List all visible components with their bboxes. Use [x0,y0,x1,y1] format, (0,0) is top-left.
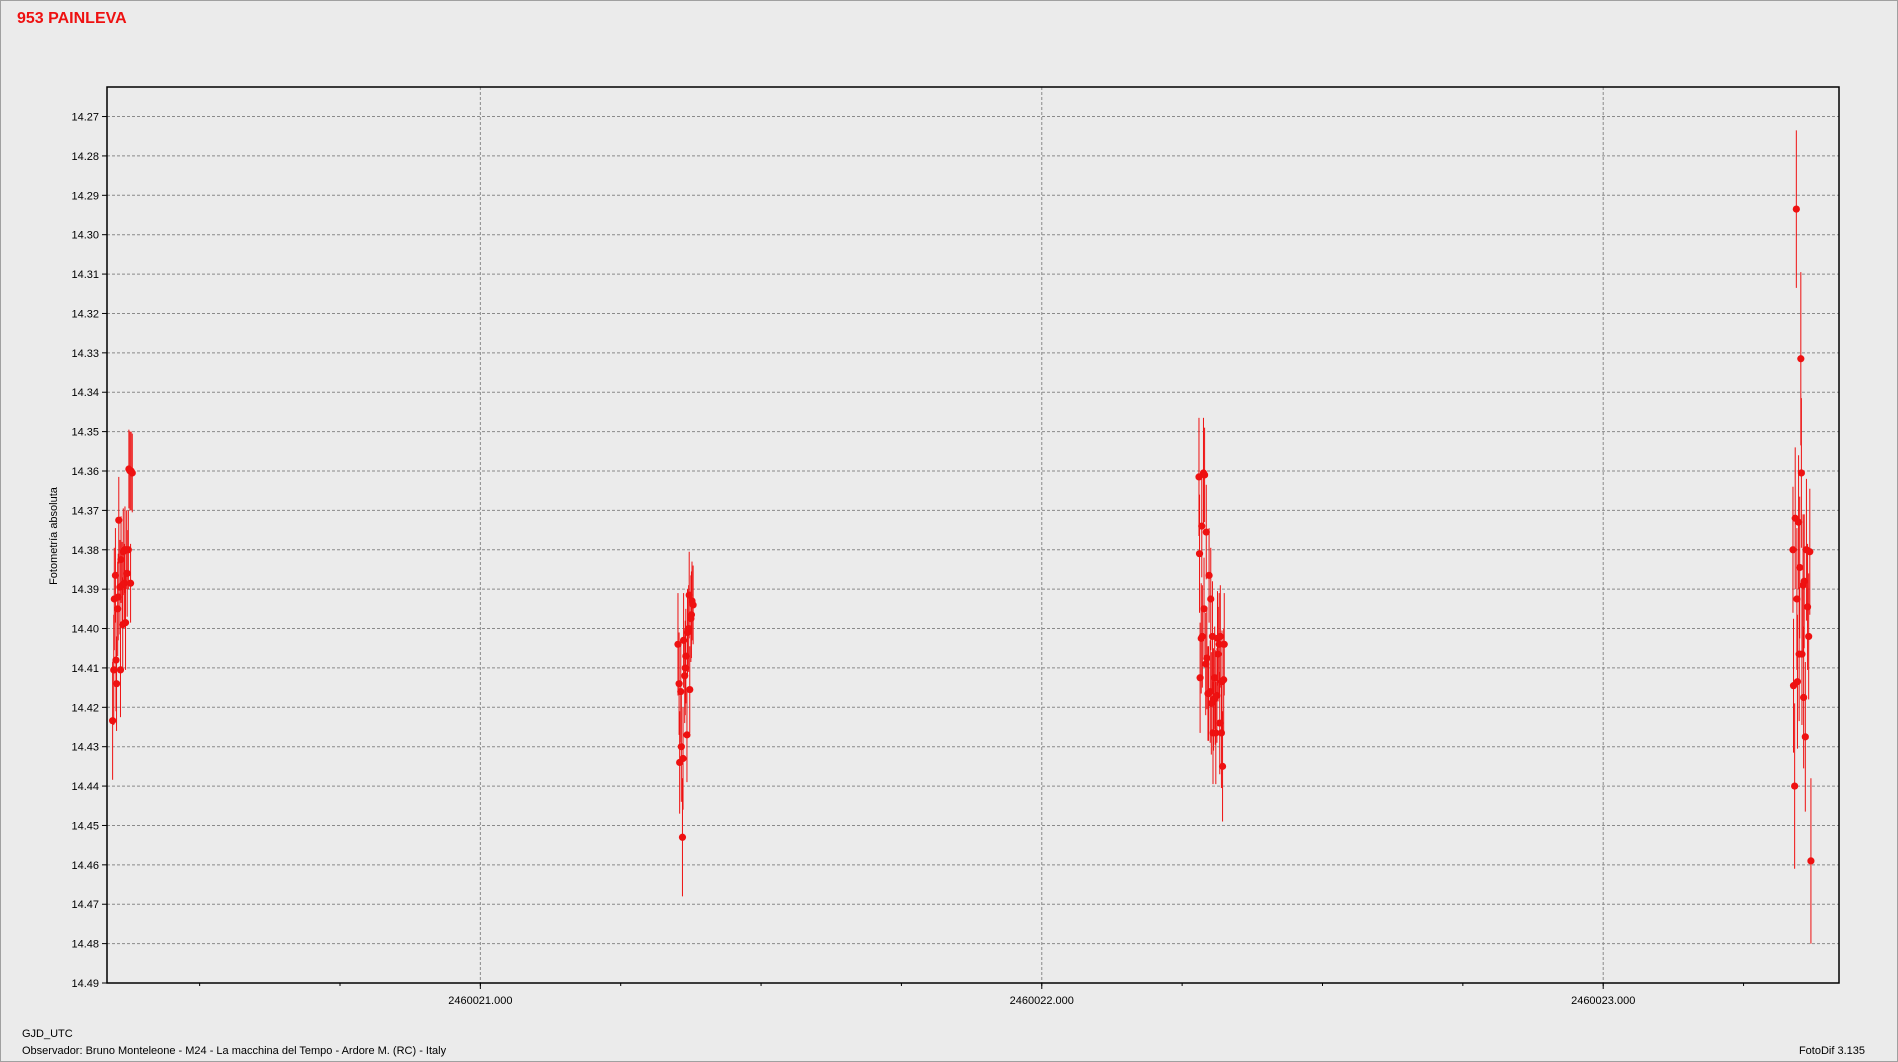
y-tick-label: 14.28 [71,151,99,163]
plot-background [107,87,1839,983]
data-point [1207,595,1215,603]
y-tick-label: 14.35 [71,427,99,439]
plot-area: 14.27 14.28 14.29 14.30 14.31 14.32 14.33 14.34… [71,86,1840,1007]
y-tick-label: 14.34 [71,387,99,399]
data-point [1216,632,1224,641]
data-point [112,680,121,688]
data-point [677,743,685,751]
x-tick-label: 2460022.000 [1010,995,1074,1007]
data-point [1220,640,1228,648]
data-point [1791,782,1799,790]
data-point [1800,693,1808,702]
y-tick-label: 14.46 [71,860,99,872]
y-tick-label: 14.39 [71,584,99,596]
data-point [1198,632,1206,641]
x-axis-label: GJD_UTC [22,1028,73,1040]
data-point [1807,857,1815,865]
data-point [1801,733,1809,741]
data-point [1793,678,1802,686]
data-point [1200,471,1209,479]
x-tick-label: 2460021.000 [448,995,512,1007]
data-point [1205,571,1213,579]
software-version: FotoDif 3.135 [1798,1045,1865,1057]
data-point [1796,563,1804,572]
y-tick-label: 14.30 [71,230,99,242]
y-tick-label: 14.47 [71,899,99,911]
y-tick-label: 14.38 [71,545,99,557]
data-point [679,754,687,763]
data-point [126,579,135,587]
data-point [121,619,130,627]
data-point [1198,522,1206,530]
x-tick-label: 2460023.000 [1571,995,1635,1007]
y-tick-label: 14.31 [71,269,99,281]
data-point [123,569,131,578]
y-tick-label: 14.37 [71,505,99,517]
data-point [1797,355,1805,363]
observer-credit: Observador: Bruno Monteleone - M24 - La … [22,1045,447,1057]
y-tick-label: 14.42 [71,702,99,714]
data-point [128,469,136,477]
y-tick-label: 14.44 [71,781,99,793]
data-point [1220,676,1228,684]
data-point [1806,548,1814,556]
data-point [1792,205,1800,213]
y-tick-label: 14.48 [71,939,99,951]
data-point [677,687,685,696]
y-tick-label: 14.40 [71,624,99,636]
data-point [689,601,697,609]
data-point [109,717,117,725]
y-tick-label: 14.41 [71,663,99,675]
data-point [686,685,694,694]
data-point [1203,654,1211,662]
data-point [1797,469,1805,477]
y-tick-label: 14.29 [71,190,99,202]
data-point [675,680,683,688]
data-point [1805,632,1813,641]
data-point [1798,650,1806,658]
data-point [687,611,696,619]
data-point [112,656,120,664]
y-tick-label: 14.45 [71,820,99,832]
y-tick-label: 14.36 [71,466,99,478]
y-tick-label: 14.27 [71,112,99,124]
data-point [678,833,687,841]
y-tick-label: 14.43 [71,742,99,754]
y-tick-label: 14.33 [71,348,99,360]
data-point [1218,762,1227,770]
y-tick-label: 14.49 [71,978,99,990]
y-tick-label: 14.32 [71,308,99,320]
